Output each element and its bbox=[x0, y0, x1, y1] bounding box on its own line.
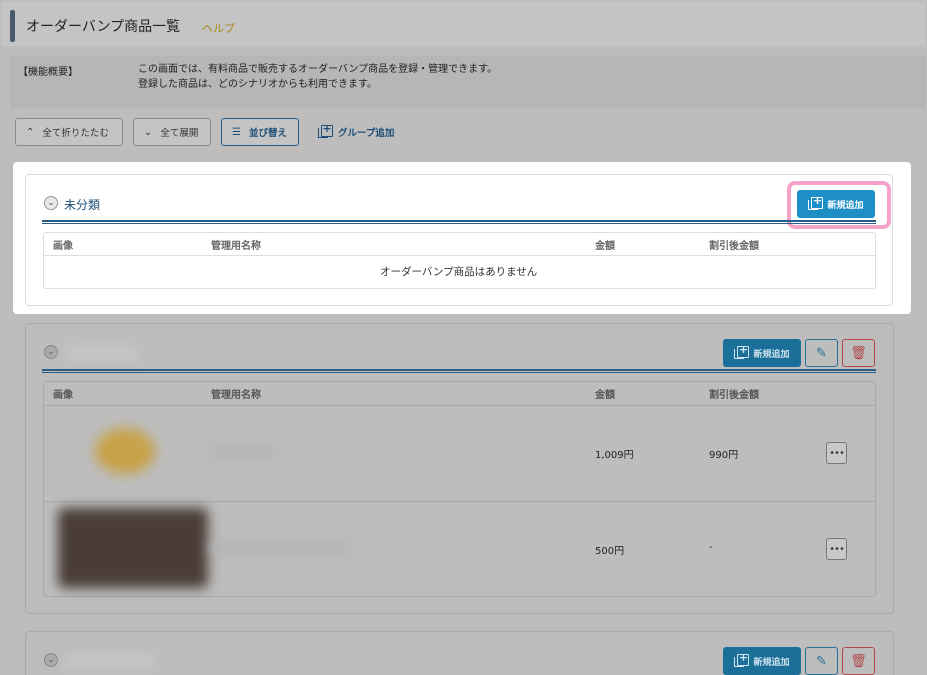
add-item-icon bbox=[734, 651, 750, 668]
sort-button[interactable]: ☰ 並び替え bbox=[221, 118, 299, 146]
row-actions-menu-button[interactable]: ••• bbox=[826, 538, 847, 560]
collapse-all-label: 全て折りたたむ bbox=[42, 128, 109, 139]
pencil-icon: ✎ bbox=[816, 345, 827, 361]
product-image bbox=[58, 508, 208, 588]
help-link[interactable]: ヘルプ bbox=[202, 20, 235, 36]
chevron-up-icon: ⌃ bbox=[26, 126, 35, 138]
group-name: 未分類 bbox=[64, 198, 101, 212]
product-image bbox=[95, 428, 155, 474]
sort-label: 並び替え bbox=[248, 128, 287, 139]
page-title: オーダーバンプ商品一覧 bbox=[26, 19, 181, 35]
column-header-image: 画像 bbox=[53, 241, 73, 252]
edit-group-button[interactable]: ✎ bbox=[805, 647, 838, 675]
expand-all-button[interactable]: ⌄ 全て展開 bbox=[133, 118, 211, 146]
header-accent-bar bbox=[10, 10, 15, 42]
more-dots-icon: ••• bbox=[829, 543, 845, 555]
trash-icon: 🗑 bbox=[850, 653, 867, 669]
group-divider bbox=[42, 220, 876, 224]
add-group-button[interactable]: グループ追加 bbox=[318, 118, 394, 146]
new-item-label: 新規追加 bbox=[753, 349, 790, 360]
column-header-image: 画像 bbox=[53, 390, 73, 401]
group-toggle-chevron-icon[interactable]: ⌄ bbox=[44, 345, 58, 359]
page: オーダーバンプ商品一覧 ヘルプ 【機能概要】 この画面では、有料商品で販売するオ… bbox=[0, 0, 927, 675]
column-header-discount-price: 割引後金額 bbox=[709, 390, 759, 401]
group-toggle-chevron-icon[interactable]: ⌄ bbox=[44, 653, 58, 667]
collapse-all-button[interactable]: ⌃ 全て折りたたむ bbox=[15, 118, 123, 146]
column-header-admin-name: 管理用名称 bbox=[211, 390, 261, 401]
pencil-icon: ✎ bbox=[816, 653, 827, 669]
add-group-icon bbox=[318, 122, 333, 139]
column-header-admin-name: 管理用名称 bbox=[211, 241, 261, 252]
blurred-product-name bbox=[210, 446, 276, 458]
blurred-group-name bbox=[64, 655, 154, 667]
row-divider bbox=[44, 501, 875, 502]
header-row-divider bbox=[44, 405, 875, 406]
feature-description: 【機能概要】 この画面では、有料商品で販売するオーダーバンプ商品を登録・管理でき… bbox=[10, 56, 926, 108]
group-toggle-chevron-icon[interactable]: ⌄ bbox=[44, 196, 58, 210]
delete-group-button[interactable]: 🗑 bbox=[842, 339, 875, 367]
delete-group-button[interactable]: 🗑 bbox=[842, 647, 875, 675]
column-header-price: 金額 bbox=[595, 241, 615, 252]
edit-group-button[interactable]: ✎ bbox=[805, 339, 838, 367]
empty-message: オーダーバンプ商品はありません bbox=[380, 266, 538, 278]
blurred-product-name bbox=[210, 542, 352, 554]
trash-icon: 🗑 bbox=[850, 345, 867, 361]
description-label: 【機能概要】 bbox=[18, 67, 78, 78]
chevron-down-icon: ⌄ bbox=[144, 126, 153, 138]
header-row-divider bbox=[44, 255, 875, 256]
description-text: この画面では、有料商品で販売するオーダーバンプ商品を登録・管理できます。 登録し… bbox=[138, 62, 497, 92]
price-cell: 500円 bbox=[595, 546, 625, 557]
column-header-discount-price: 割引後金額 bbox=[709, 241, 759, 252]
blurred-group-name bbox=[64, 347, 140, 359]
description-line-1: この画面では、有料商品で販売するオーダーバンプ商品を登録・管理できます。 bbox=[138, 64, 498, 75]
expand-all-label: 全て展開 bbox=[160, 128, 199, 139]
add-item-icon bbox=[734, 343, 750, 360]
new-item-button[interactable]: 新規追加 bbox=[723, 647, 801, 675]
sort-lines-icon: ☰ bbox=[232, 126, 241, 138]
new-item-button[interactable]: 新規追加 bbox=[723, 339, 801, 367]
more-dots-icon: ••• bbox=[829, 447, 845, 459]
discount-price-cell: - bbox=[709, 542, 713, 553]
discount-price-cell: 990円 bbox=[709, 450, 739, 461]
column-header-price: 金額 bbox=[595, 390, 615, 401]
description-line-2: 登録した商品は、どのシナリオからも利用できます。 bbox=[138, 79, 377, 90]
group-divider bbox=[42, 369, 876, 373]
row-actions-menu-button[interactable]: ••• bbox=[826, 442, 847, 464]
price-cell: 1,009円 bbox=[595, 450, 634, 461]
page-header: オーダーバンプ商品一覧 ヘルプ bbox=[2, 2, 925, 46]
new-item-label: 新規追加 bbox=[753, 657, 790, 668]
add-group-label: グループ追加 bbox=[338, 128, 395, 139]
